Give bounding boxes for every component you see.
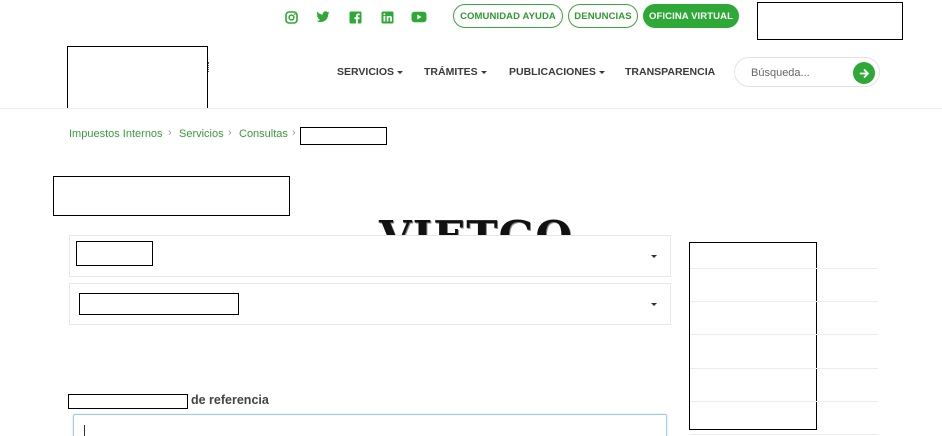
- sidebar-divider: [690, 301, 878, 302]
- page-title: [53, 176, 290, 216]
- breadcrumb-consultas[interactable]: Consultas: [239, 128, 288, 140]
- nav-tramites-label: TRÁMITES: [424, 66, 478, 78]
- breadcrumb-servicios[interactable]: Servicios: [179, 128, 224, 140]
- nav-publicaciones[interactable]: PUBLICACIONES: [509, 66, 605, 78]
- chevron-down-icon: [598, 71, 605, 74]
- nav-transparencia[interactable]: TRANSPARENCIA: [625, 66, 715, 78]
- nav-publicaciones-label: PUBLICACIONES: [509, 66, 596, 78]
- reference-label: de referencia: [191, 393, 269, 407]
- linkedin-icon[interactable]: [378, 8, 396, 26]
- facebook-icon[interactable]: [346, 8, 364, 26]
- nav-tramites[interactable]: TRÁMITES: [424, 66, 487, 78]
- denuncias-link[interactable]: DENUNCIAS: [568, 4, 638, 28]
- header-divider: [0, 108, 942, 109]
- nav-servicios[interactable]: SERVICIOS: [337, 66, 403, 78]
- search-submit-button[interactable]: [853, 62, 875, 84]
- chevron-right-icon: ›: [292, 127, 296, 139]
- search-box: [734, 57, 880, 87]
- chevron-down-icon: [480, 71, 487, 74]
- second-select[interactable]: [69, 283, 671, 325]
- breadcrumb-current-redacted: [300, 127, 387, 145]
- oficina-virtual-button[interactable]: OFICINA VIRTUAL: [643, 4, 739, 28]
- reference-label-redacted: [68, 394, 188, 409]
- sidebar-divider: [690, 401, 878, 402]
- chevron-right-icon: ›: [228, 127, 232, 139]
- breadcrumb-impuestos-internos[interactable]: Impuestos Internos: [69, 128, 163, 140]
- first-select-value-redacted: [76, 241, 153, 266]
- redacted-top-right: [757, 2, 903, 40]
- nav-transparencia-label: TRANSPARENCIA: [625, 66, 716, 78]
- nav-servicios-label: SERVICIOS: [337, 66, 394, 78]
- chevron-right-icon: ›: [168, 127, 172, 139]
- sidebar-divider: [690, 434, 878, 435]
- youtube-icon[interactable]: [409, 8, 429, 26]
- chevron-down-icon: [651, 255, 657, 258]
- text-cursor: [84, 425, 85, 436]
- sidebar-divider: [690, 334, 878, 335]
- twitter-icon[interactable]: [314, 8, 332, 26]
- chevron-down-icon: [397, 71, 403, 74]
- reference-input[interactable]: [73, 414, 667, 436]
- sidebar-divider: [690, 368, 878, 369]
- first-select[interactable]: [69, 235, 671, 277]
- site-logo[interactable]: [67, 46, 208, 109]
- arrow-right-icon: [859, 68, 869, 78]
- comunidad-ayuda-link[interactable]: COMUNIDAD AYUDA: [453, 4, 563, 28]
- logo-fragment: [205, 62, 209, 72]
- search-input[interactable]: [751, 64, 851, 82]
- sidebar-divider: [690, 268, 878, 269]
- second-select-value-redacted: [79, 293, 239, 315]
- chevron-down-icon: [651, 303, 657, 306]
- instagram-icon[interactable]: [282, 8, 300, 26]
